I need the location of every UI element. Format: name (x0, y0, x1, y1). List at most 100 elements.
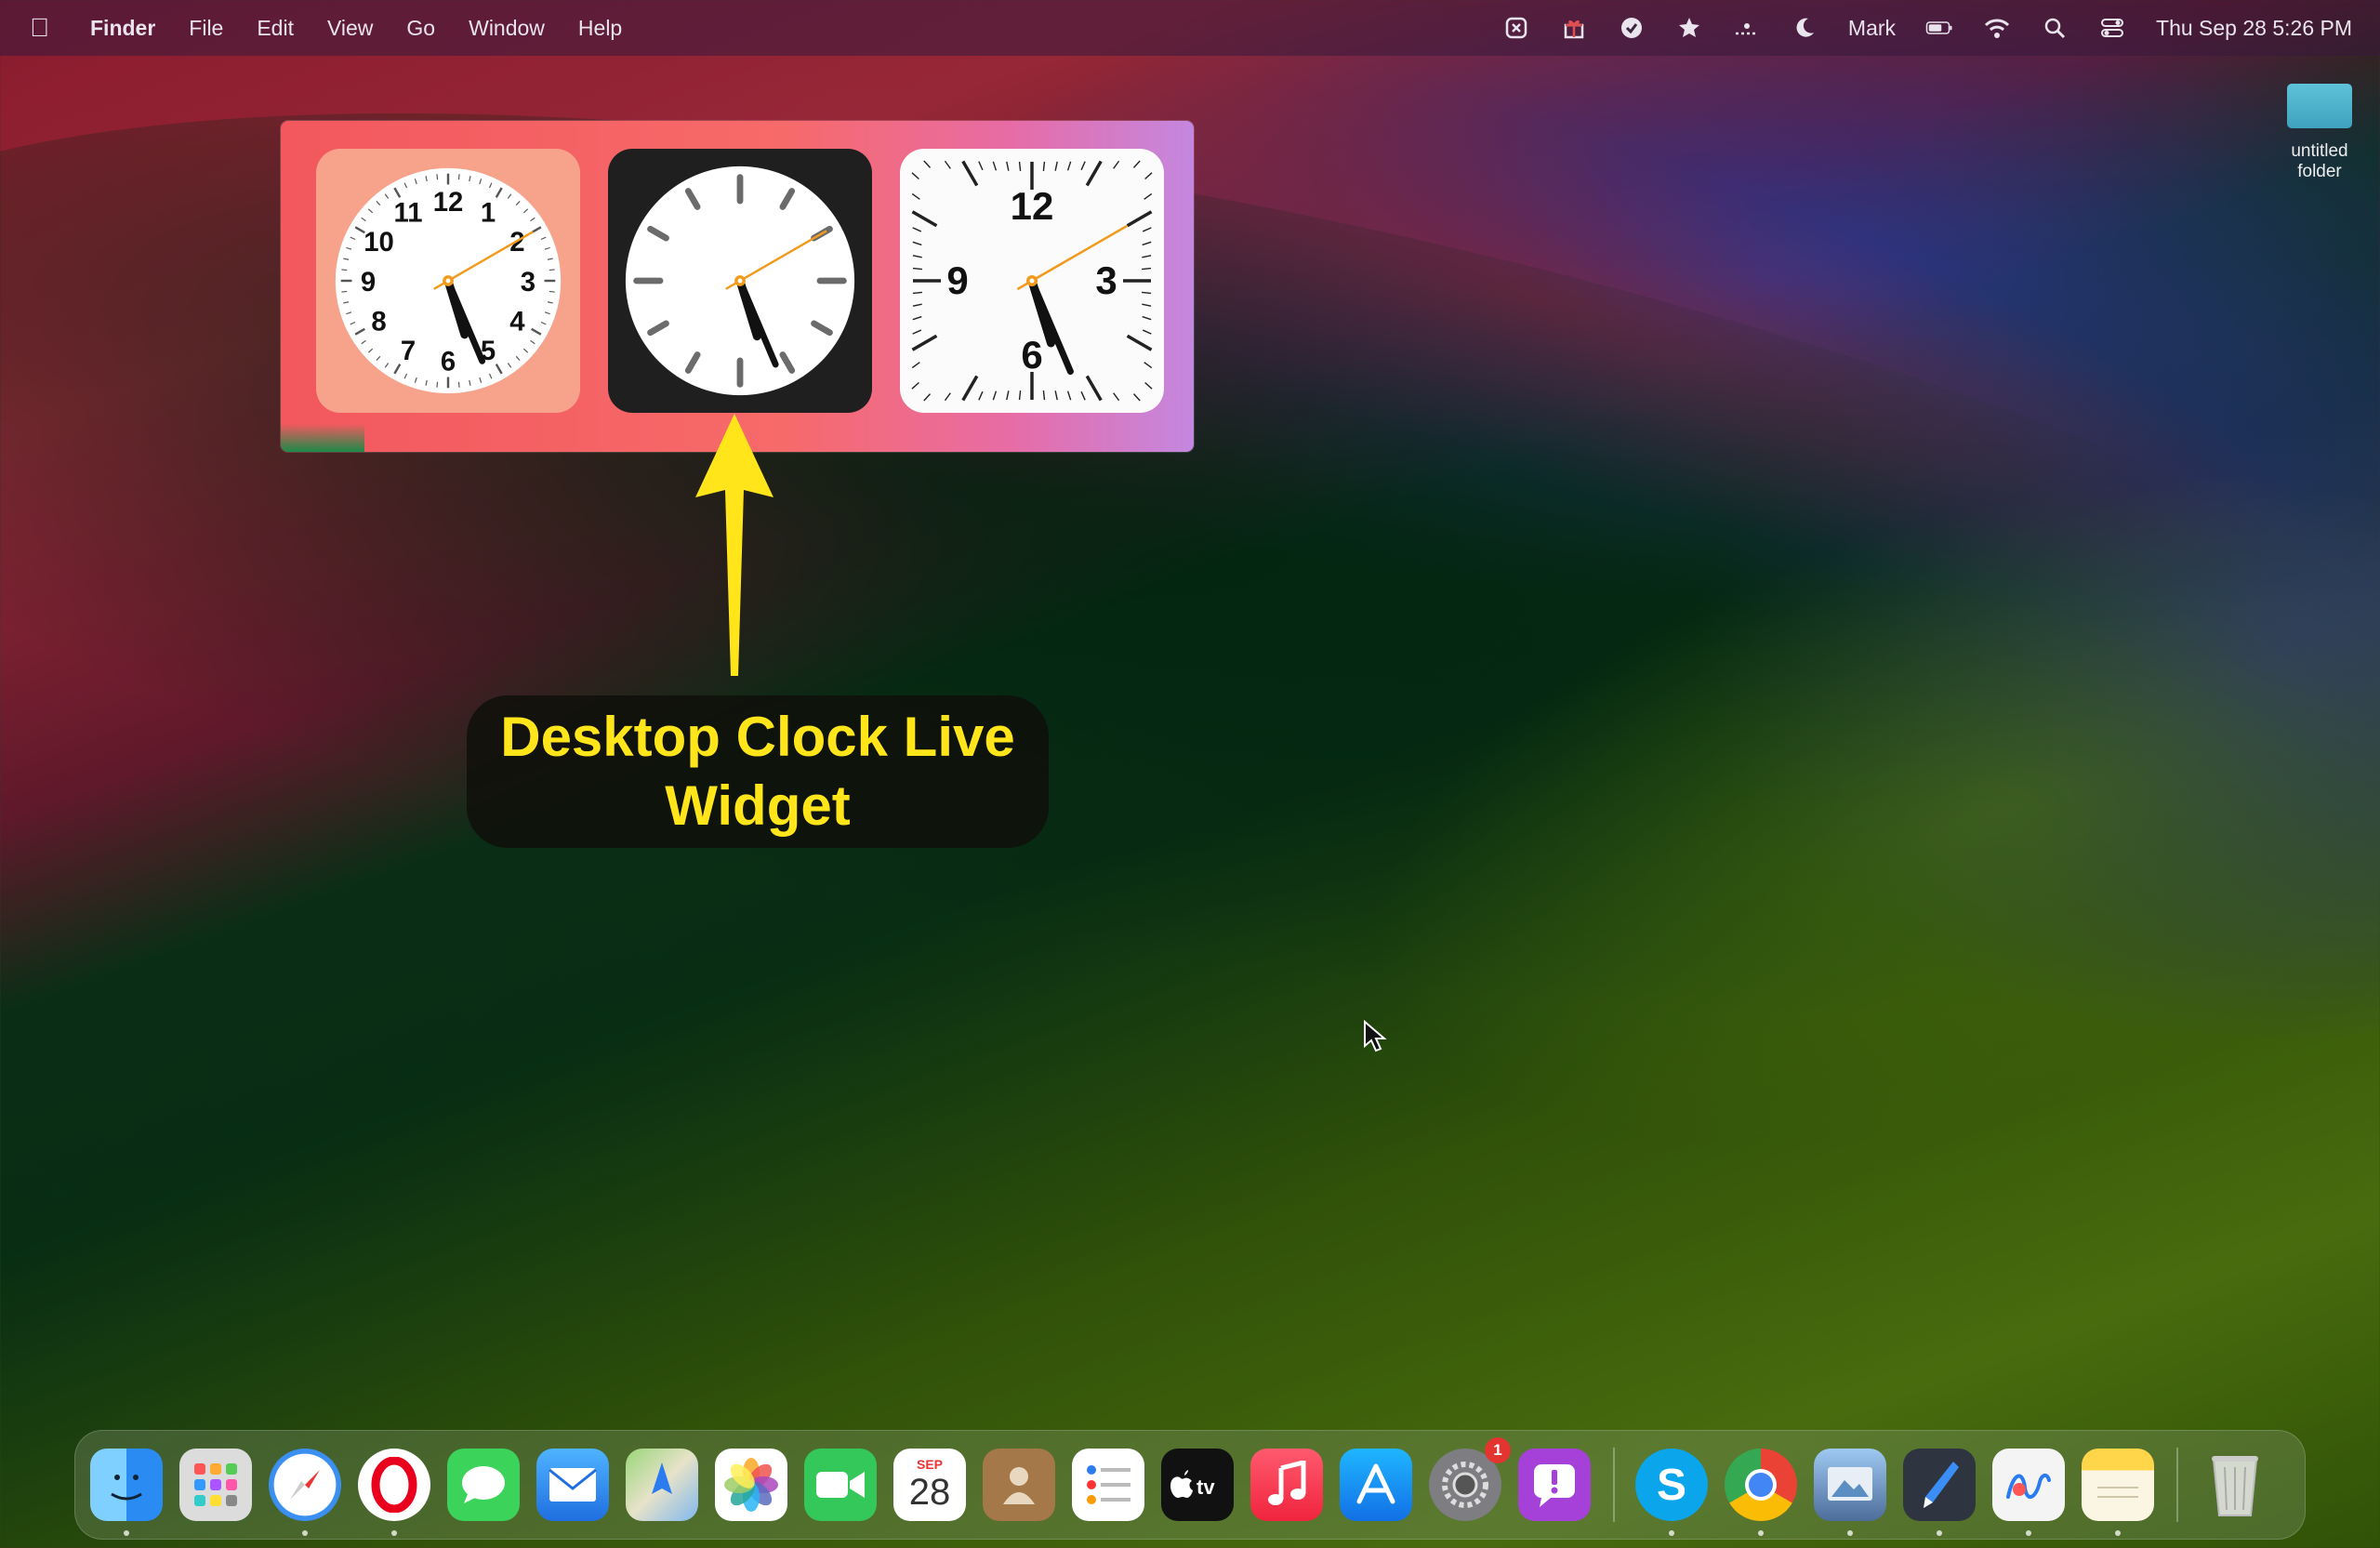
clock-tick (1054, 390, 1058, 401)
clock-numeral: 7 (401, 336, 416, 366)
photos-flower-icon (724, 1458, 778, 1512)
dock-facetime[interactable] (804, 1449, 877, 1521)
dock-pages[interactable] (1903, 1449, 1976, 1536)
clock-tick (1142, 315, 1152, 321)
clock-numeral: 3 (521, 267, 536, 298)
control-center-icon[interactable] (2098, 14, 2126, 42)
clock-tick (944, 160, 951, 169)
caption-line-1: Desktop Clock Live (500, 706, 1015, 768)
menu-file[interactable]: File (189, 16, 223, 41)
dock-feedback[interactable] (1518, 1449, 1591, 1521)
dock-trash[interactable] (2199, 1449, 2271, 1521)
clock-tick (1085, 160, 1103, 187)
clock-widget-2[interactable] (608, 149, 872, 413)
dock-music[interactable] (1250, 1449, 1323, 1521)
dock-finder[interactable] (90, 1449, 163, 1536)
dock-maps[interactable] (626, 1449, 698, 1521)
clock-widget-1[interactable]: 123456789101112 (316, 149, 580, 413)
dock-reminders[interactable] (1072, 1449, 1144, 1521)
keyboard-maestro-icon[interactable] (1502, 14, 1530, 42)
dock-freeform[interactable] (1992, 1449, 2065, 1536)
clock-tick (1142, 303, 1152, 307)
compass-icon (290, 1470, 320, 1500)
clock-tick (923, 160, 932, 168)
clock-tick (911, 362, 920, 369)
folder-icon (2287, 84, 2352, 128)
clock-numeral: 8 (371, 307, 386, 337)
dock-preview[interactable] (1814, 1449, 1886, 1536)
clock-tick (549, 269, 555, 271)
menu-finder[interactable]: Finder (90, 16, 155, 41)
clock-tick (1132, 160, 1141, 168)
clock-tick (436, 381, 439, 388)
map-pin-icon (652, 1462, 672, 1494)
gear-star-icon[interactable] (1675, 14, 1703, 42)
clock-tick (912, 227, 922, 232)
clock-tick (912, 267, 922, 271)
clock-tick (1080, 161, 1086, 171)
menu-help[interactable]: Help (578, 16, 622, 41)
dock-calendar[interactable]: SEP 28 (893, 1449, 966, 1521)
checkmark-shield-icon[interactable] (1618, 14, 1646, 42)
spotlight-search-icon[interactable] (2041, 14, 2069, 42)
skype-s-icon: S (1657, 1461, 1686, 1510)
menu-edit[interactable]: Edit (257, 16, 294, 41)
user-name[interactable]: Mark (1848, 16, 1896, 41)
clock-tick (961, 160, 979, 187)
clock-numeral: 4 (509, 307, 525, 337)
dock-contacts[interactable] (983, 1449, 1055, 1521)
gift-icon[interactable] (1560, 14, 1588, 42)
gear-icon (1442, 1462, 1488, 1508)
dock-safari[interactable] (269, 1449, 341, 1536)
dock-appletv[interactable]: tv (1161, 1449, 1234, 1521)
clock-tick (1054, 161, 1058, 171)
dock-notes[interactable] (2082, 1449, 2154, 1536)
menu-bar:  Finder File Edit View Go Window Help M… (0, 0, 2380, 56)
menu-go[interactable]: Go (406, 16, 435, 41)
checklist-icon (1087, 1465, 1130, 1504)
notes-lines-icon (2097, 1487, 2138, 1498)
clock-numeral: 9 (946, 258, 968, 302)
clock-numeral: 1 (481, 197, 496, 228)
opera-o-icon (371, 1457, 417, 1513)
dock-skype[interactable]: S (1635, 1449, 1708, 1536)
display-icon[interactable] (1733, 14, 1761, 42)
menu-window[interactable]: Window (469, 16, 545, 41)
freeform-scribble-icon (2006, 1474, 2051, 1499)
folder-label: untitled folder (2291, 141, 2348, 181)
menu-view[interactable]: View (327, 16, 373, 41)
wifi-icon[interactable] (1983, 14, 2011, 42)
dock-mail[interactable] (536, 1449, 609, 1521)
menu-clock[interactable]: Thu Sep 28 5:26 PM (2156, 16, 2352, 41)
clock-tick (1113, 392, 1120, 402)
app-store-a-icon (1356, 1463, 1395, 1504)
dock-system-settings[interactable]: 1 (1429, 1437, 1511, 1521)
trash-can-icon (2212, 1456, 2258, 1516)
clock-tick (1142, 241, 1152, 246)
clock-center-dot (445, 278, 451, 284)
clock-tick (978, 161, 984, 171)
dock-separator (2176, 1448, 2178, 1522)
focus-moon-icon[interactable] (1791, 14, 1818, 42)
battery-icon[interactable] (1925, 14, 1953, 42)
dock-photos[interactable] (715, 1449, 787, 1521)
dock-chrome[interactable] (1725, 1449, 1797, 1536)
caption-line-2: Widget (665, 774, 851, 837)
clock-tick (1142, 267, 1152, 271)
clock-tick (1142, 255, 1152, 258)
clock-tick (911, 210, 938, 228)
mouse-pointer-icon (1364, 1020, 1387, 1052)
clock-widget-3[interactable]: 12 3 6 9 (900, 149, 1164, 413)
clock-tick (912, 329, 922, 335)
apple-menu-icon[interactable]:  (30, 13, 49, 43)
dock-appstore[interactable] (1340, 1449, 1412, 1521)
dock-launchpad[interactable] (179, 1449, 252, 1521)
dock-messages[interactable] (447, 1449, 520, 1521)
dock-opera[interactable] (358, 1449, 430, 1536)
clock-tick (1066, 161, 1072, 171)
music-note-icon (1268, 1461, 1306, 1505)
dock: SEP 28 tv 1 S (74, 1430, 2306, 1540)
desktop-folder[interactable]: untitled folder (2268, 84, 2371, 182)
clock-tick (457, 381, 460, 388)
clock-tick (1126, 210, 1153, 228)
